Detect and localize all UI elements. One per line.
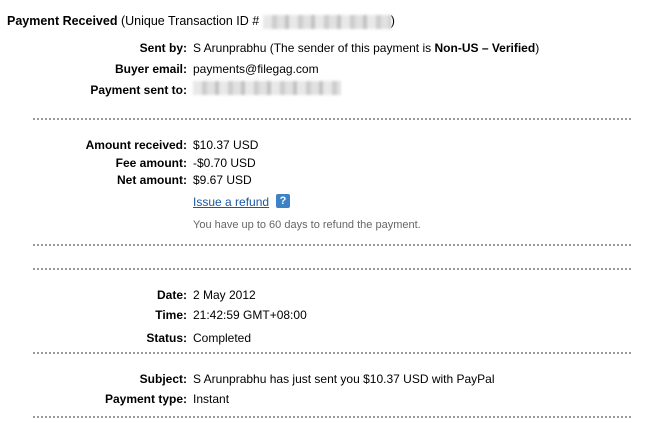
sent-by-label: Sent by: <box>139 41 187 55</box>
separator <box>33 244 631 246</box>
sender-note-post: ) <box>535 41 540 55</box>
recipient-email-redacted <box>193 80 341 95</box>
payment-sent-to-label: Payment sent to: <box>90 83 187 97</box>
time-value: 21:42:59 GMT+08:00 <box>193 308 307 322</box>
fee-amount-label: Fee amount: <box>115 156 187 170</box>
transaction-id-redacted <box>262 14 391 29</box>
payment-type-label: Payment type: <box>104 392 187 406</box>
amount-received-label: Amount received: <box>85 138 187 152</box>
title-close: ) <box>390 14 395 28</box>
amount-received-value: $10.37 USD <box>193 138 259 152</box>
separator <box>33 352 631 354</box>
date-label: Date: <box>156 288 187 302</box>
date-value: 2 May 2012 <box>193 288 256 302</box>
net-amount-label: Net amount: <box>117 173 187 187</box>
sent-by-value: S Arunprabhu (The sender of this payment… <box>193 41 539 55</box>
issue-refund-link[interactable]: Issue a refund <box>193 195 269 209</box>
separator <box>33 118 631 120</box>
page-title: Payment Received (Unique Transaction ID … <box>7 14 395 29</box>
sender-status: Non-US – Verified <box>434 41 536 55</box>
title-rest: (Unique Transaction ID # <box>120 14 260 28</box>
buyer-email-value: payments@filegag.com <box>193 62 319 76</box>
separator <box>33 416 631 418</box>
payment-type-value: Instant <box>193 392 230 406</box>
status-label: Status: <box>146 331 187 345</box>
separator <box>33 268 631 270</box>
help-icon[interactable]: ? <box>276 194 290 208</box>
net-amount-value: $9.67 USD <box>193 173 252 187</box>
time-label: Time: <box>155 308 187 322</box>
title-bold: Payment Received <box>7 14 118 28</box>
buyer-email-label: Buyer email: <box>114 62 187 76</box>
fee-amount-value: -$0.70 USD <box>193 156 256 170</box>
sender-name: S Arunprabhu <box>193 41 267 55</box>
subject-value: S Arunprabhu has just sent you $10.37 US… <box>193 372 495 386</box>
payment-sent-to-redacted <box>193 80 341 95</box>
subject-label: Subject: <box>139 372 187 386</box>
status-value: Completed <box>193 331 252 345</box>
sender-note-pre: (The sender of this payment is <box>269 41 432 55</box>
refund-note: You have up to 60 days to refund the pay… <box>193 219 421 231</box>
